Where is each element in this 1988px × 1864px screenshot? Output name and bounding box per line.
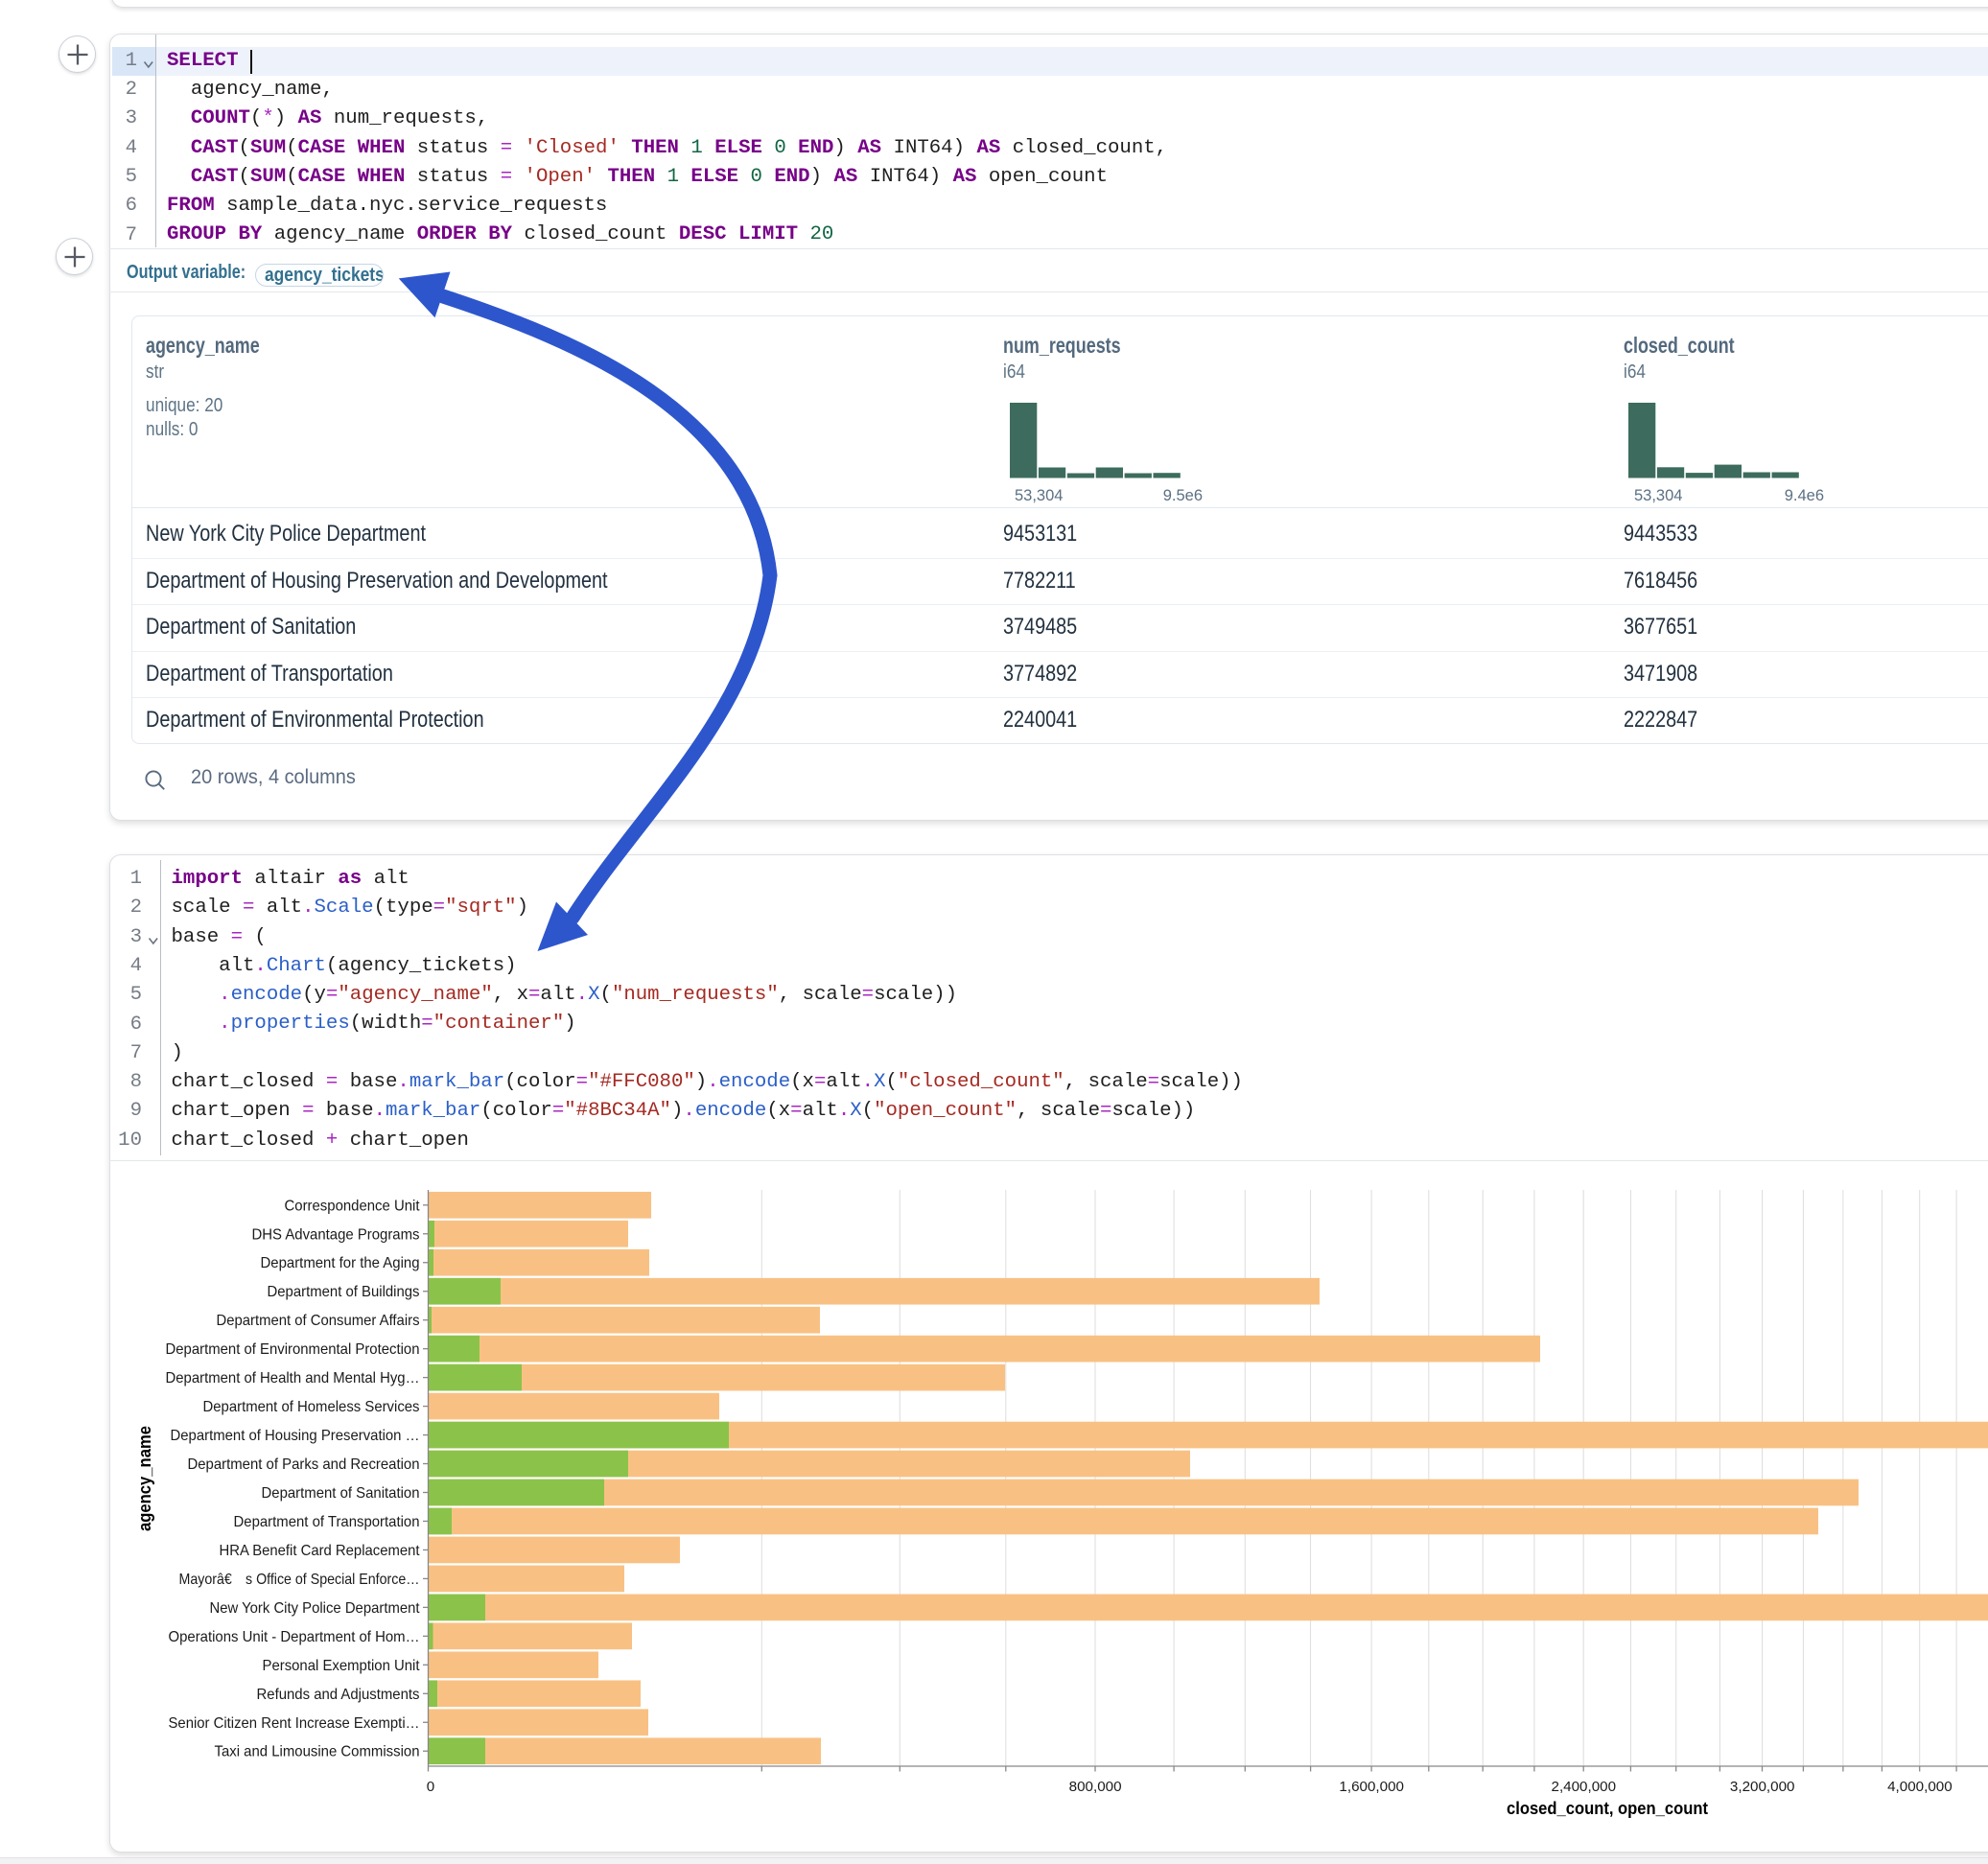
- svg-text:closed_count, open_count: closed_count, open_count: [1507, 1799, 1708, 1818]
- svg-text:Department of Housing Preserva: Department of Housing Preservation …: [171, 1428, 420, 1444]
- svg-text:2,400,000: 2,400,000: [1552, 1779, 1617, 1795]
- svg-text:Taxi and Limousine Commission: Taxi and Limousine Commission: [215, 1744, 420, 1760]
- svg-text:Refunds and Adjustments: Refunds and Adjustments: [257, 1687, 420, 1703]
- svg-text:Mayorâ€ s Office of Special En: Mayorâ€ s Office of Special Enforce…: [179, 1572, 420, 1588]
- svg-text:Department of Buildings: Department of Buildings: [268, 1284, 420, 1300]
- svg-text:Department of Consumer Affairs: Department of Consumer Affairs: [217, 1313, 420, 1329]
- svg-text:Operations Unit - Department o: Operations Unit - Department of Hom…: [169, 1629, 420, 1645]
- svg-text:1,600,000: 1,600,000: [1339, 1779, 1404, 1795]
- svg-text:Personal Exemption Unit: Personal Exemption Unit: [263, 1658, 421, 1674]
- svg-text:DHS Advantage Programs: DHS Advantage Programs: [252, 1226, 420, 1243]
- svg-text:Department of Homeless Service: Department of Homeless Services: [203, 1399, 420, 1415]
- svg-text:HRA Benefit Card Replacement: HRA Benefit Card Replacement: [220, 1543, 421, 1559]
- svg-text:3,200,000: 3,200,000: [1730, 1779, 1795, 1795]
- svg-text:Department of Environmental Pr: Department of Environmental Protection: [166, 1341, 420, 1358]
- svg-text:Department of Health and Menta: Department of Health and Mental Hyg…: [166, 1370, 420, 1386]
- svg-text:Department of Transportation: Department of Transportation: [234, 1514, 420, 1530]
- svg-text:800,000: 800,000: [1069, 1779, 1122, 1795]
- svg-text:Department of Parks and Recrea: Department of Parks and Recreation: [188, 1456, 420, 1473]
- svg-text:4,000,000: 4,000,000: [1887, 1779, 1953, 1795]
- svg-text:Senior Citizen Rent Increase E: Senior Citizen Rent Increase Exempti…: [169, 1715, 420, 1732]
- svg-text:0: 0: [427, 1779, 434, 1795]
- svg-text:Correspondence Unit: Correspondence Unit: [285, 1198, 421, 1214]
- svg-text:Department for the Aging: Department for the Aging: [261, 1255, 420, 1271]
- svg-text:New York City Police Departmen: New York City Police Department: [210, 1600, 421, 1617]
- svg-text:agency_name: agency_name: [135, 1426, 154, 1531]
- svg-text:Department of Sanitation: Department of Sanitation: [262, 1485, 420, 1502]
